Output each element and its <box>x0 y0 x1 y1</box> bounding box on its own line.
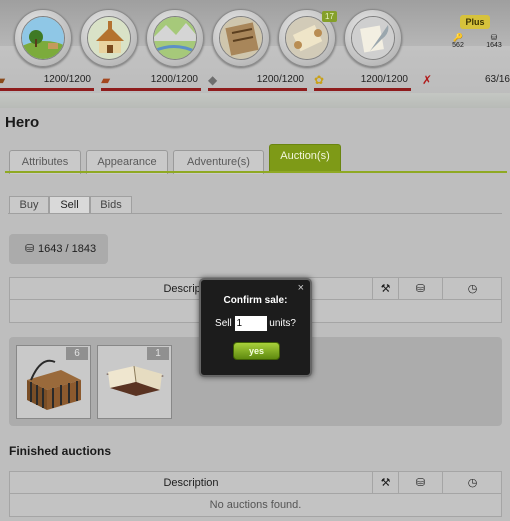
resource-iron-bar <box>208 88 307 91</box>
description-column-header[interactable]: Description <box>10 472 372 494</box>
yes-button[interactable]: yes <box>233 342 280 360</box>
nav-messages-button[interactable] <box>344 9 402 67</box>
silver-balance-box: ⛁ 1643 / 1843 <box>9 234 108 264</box>
resource-clay-bar <box>101 88 201 91</box>
hammer-icon[interactable]: ⚒ <box>372 278 398 300</box>
silver-coin-icon: ⛁ <box>25 243 35 255</box>
inventory-item-cage[interactable]: 6 <box>16 345 91 419</box>
cage-icon <box>27 359 81 410</box>
page-title: Hero <box>5 114 40 131</box>
silver-amount: 1643 <box>486 42 502 49</box>
silver-balance[interactable]: ⛁ 1643 <box>480 33 508 49</box>
clay-icon: ▰ <box>101 73 111 87</box>
silver-coin-icon[interactable]: ⛁ <box>398 278 442 300</box>
silver-balance-text: 1643 / 1843 <box>38 243 97 255</box>
confirm-sale-dialog: × Confirm sale: Sell units? yes <box>199 278 312 377</box>
resource-clay[interactable]: ▰ 1200/1200 <box>101 71 201 93</box>
silver-coin-icon: ⛁ <box>490 33 498 42</box>
finished-auctions-title: Finished auctions <box>9 444 112 458</box>
silver-coin-icon[interactable]: ⛁ <box>398 472 442 494</box>
finished-auctions-table: Description ⚒ ⛁ ◷ No auctions found. <box>9 471 502 517</box>
tab-auctions[interactable]: Auction(s) <box>269 144 341 172</box>
inventory-item-book[interactable]: 1 <box>97 345 172 419</box>
nav-village-center-button[interactable] <box>80 9 138 67</box>
resource-crop-consumption-value: 63/16 <box>484 74 510 85</box>
close-icon[interactable]: × <box>298 282 304 294</box>
subtab-divider <box>8 213 502 214</box>
description-column-header[interactable]: Description <box>10 278 372 300</box>
units-label: units? <box>269 318 296 330</box>
gold-amount: 562 <box>452 42 464 49</box>
reports-count-badge: 17 <box>322 11 337 22</box>
gold-icon: 🔑 <box>453 33 463 42</box>
sell-quantity-row: Sell units? <box>201 316 310 331</box>
nav-map-button[interactable] <box>146 9 204 67</box>
iron-icon: ◆ <box>208 73 218 87</box>
table-header: Description ⚒ ⛁ ◷ <box>10 472 501 494</box>
clock-icon[interactable]: ◷ <box>442 278 502 300</box>
resource-crop-consumption[interactable]: ✗ 63/16 <box>422 71 510 93</box>
resource-wood-value: 1200/1200 <box>43 74 91 85</box>
subtab-bids[interactable]: Bids <box>90 196 132 214</box>
resource-iron[interactable]: ◆ 1200/1200 <box>208 71 307 93</box>
book-icon <box>106 365 164 396</box>
subtab-buy[interactable]: Buy <box>9 196 49 214</box>
clock-icon[interactable]: ◷ <box>442 472 502 494</box>
resource-iron-value: 1200/1200 <box>256 74 304 85</box>
sell-label: Sell <box>215 318 232 330</box>
top-bar: 17 Plus 🔑 562 ⛁ 1643 ▰ 1200/1200 ▰ 1200/… <box>0 0 510 108</box>
dialog-title: Confirm sale: <box>223 295 288 306</box>
tab-underline <box>5 171 507 173</box>
town-hall-icon <box>87 16 131 60</box>
subtab-sell[interactable]: Sell <box>49 196 90 214</box>
map-icon <box>153 16 197 60</box>
scroll-icon <box>285 16 329 60</box>
crop-consumption-icon: ✗ <box>422 73 433 87</box>
plus-button[interactable]: Plus <box>460 15 490 29</box>
resource-wood-bar <box>0 88 94 91</box>
crop-icon: ✿ <box>314 73 325 87</box>
nav-village-overview-button[interactable] <box>14 9 72 67</box>
wood-icon: ▰ <box>0 73 6 87</box>
quantity-input[interactable] <box>234 316 267 331</box>
map-strip <box>0 93 510 108</box>
empty-row: No auctions found. <box>209 499 302 511</box>
meadow-icon <box>21 16 65 60</box>
resource-clay-value: 1200/1200 <box>150 74 198 85</box>
hammer-icon[interactable]: ⚒ <box>372 472 398 494</box>
nav-statistics-button[interactable] <box>212 9 270 67</box>
quill-icon <box>351 16 395 60</box>
resource-crop-bar <box>314 88 411 91</box>
resource-wood[interactable]: ▰ 1200/1200 <box>0 71 94 93</box>
resource-crop-value: 1200/1200 <box>360 74 408 85</box>
board-icon <box>219 16 263 60</box>
gold-balance[interactable]: 🔑 562 <box>444 33 472 49</box>
resource-crop[interactable]: ✿ 1200/1200 <box>314 71 411 93</box>
